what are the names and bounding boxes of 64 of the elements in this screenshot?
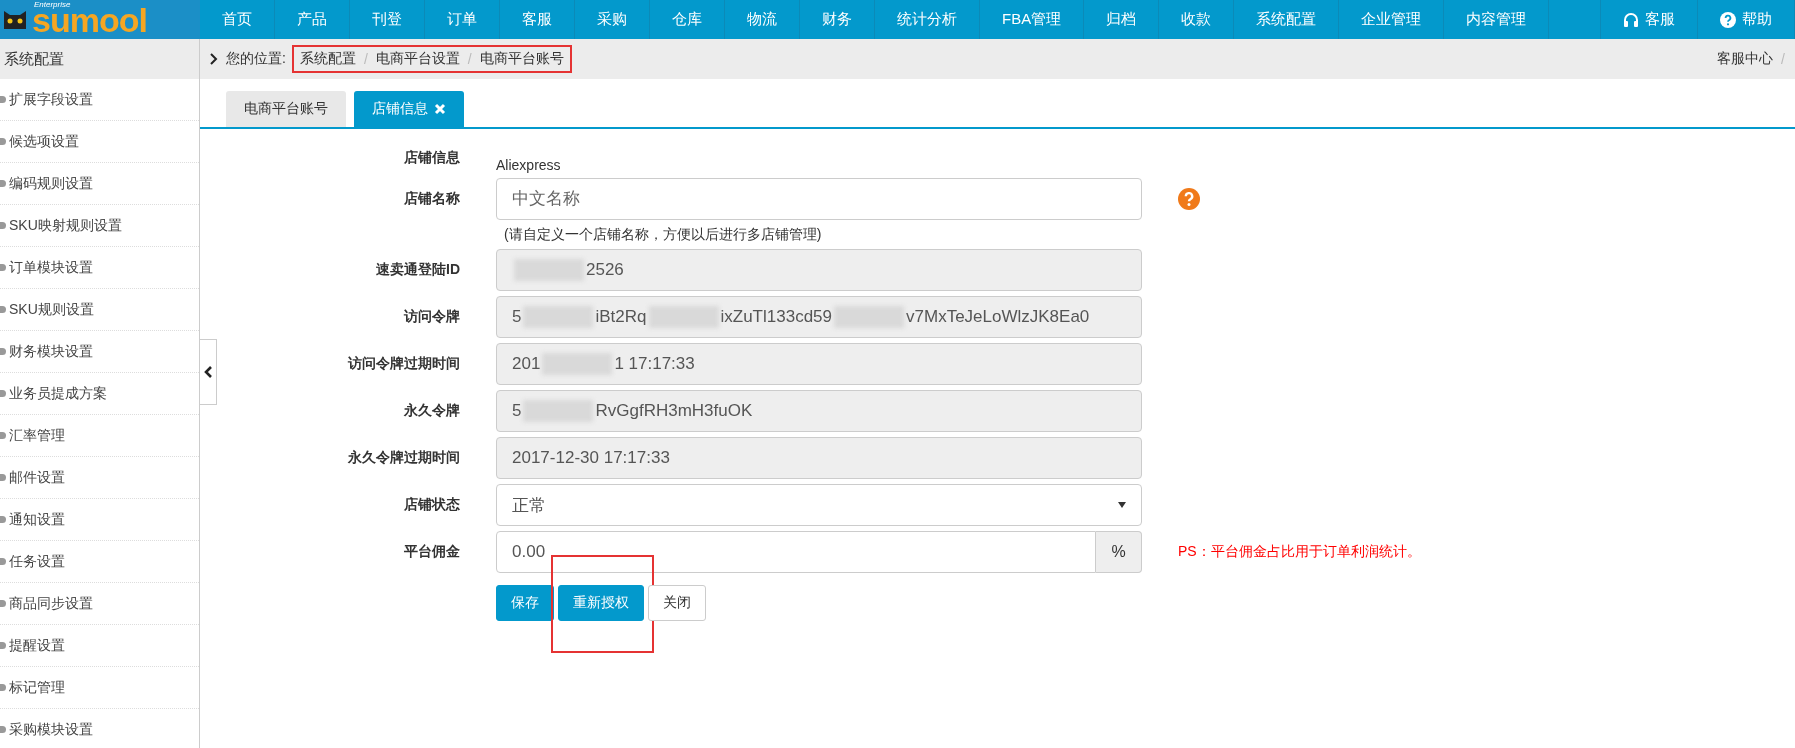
sidebar-item[interactable]: 汇率管理 bbox=[0, 415, 199, 457]
sidebar-title: 系统配置 bbox=[0, 39, 199, 79]
field-value: 2017-12-30 17:17:33 bbox=[512, 448, 670, 468]
field-value: iBt2Rq bbox=[595, 307, 647, 327]
sidebar-item[interactable]: 订单模块设置 bbox=[0, 247, 199, 289]
commission-input[interactable]: 0.00 bbox=[496, 531, 1096, 573]
tab[interactable]: 电商平台账号 bbox=[226, 91, 346, 127]
field-value: v7MxTeJeLoWlzJK8Ea0 bbox=[906, 307, 1090, 327]
readonly-field[interactable]: 5 iBt2Rq ixZuTl133cd59 v7MxTeJeLoWlzJK8Ea0 bbox=[496, 296, 1142, 338]
close-icon[interactable] bbox=[434, 103, 446, 115]
sidebar-item[interactable]: 采购模块设置 bbox=[0, 709, 199, 748]
sidebar-item[interactable]: 扩展字段设置 bbox=[0, 79, 199, 121]
field-value: ixZuTl133cd59 bbox=[720, 307, 832, 327]
field-label: 访问令牌过期时间 bbox=[346, 354, 460, 373]
breadcrumb-link[interactable]: 电商平台账号 bbox=[479, 50, 564, 68]
field-label: 店铺名称 bbox=[403, 189, 460, 208]
sidebar-item[interactable]: 邮件设置 bbox=[0, 457, 199, 499]
readonly-field[interactable]: 2526 bbox=[496, 249, 1142, 291]
field-label: 店铺信息 bbox=[403, 148, 460, 167]
sidebar-item[interactable]: 标记管理 bbox=[0, 667, 199, 709]
hint-text: (请自定义一个店铺名称，方便以后进行多店铺管理) bbox=[504, 226, 823, 244]
field-value: 5 bbox=[512, 307, 522, 327]
readonly-field[interactable]: 5 RvGgfRH3mH3fuOK bbox=[496, 390, 1142, 432]
breadcrumb-separator: / bbox=[467, 51, 472, 67]
help-icon bbox=[1720, 11, 1736, 28]
sidebar-item[interactable]: SKU映射规则设置 bbox=[0, 205, 199, 247]
help-icon[interactable] bbox=[1178, 188, 1200, 210]
status-select[interactable]: 正常 bbox=[496, 484, 1142, 526]
form-button[interactable]: 关闭 bbox=[648, 585, 706, 621]
sidebar-item[interactable]: 商品同步设置 bbox=[0, 583, 199, 625]
breadcrumb-link[interactable]: 电商平台设置 bbox=[375, 50, 460, 68]
percent-addon: % bbox=[1096, 531, 1142, 573]
collapse-button[interactable] bbox=[199, 339, 217, 405]
breadcrumb-prefix: 您的位置: bbox=[226, 50, 286, 68]
field-value: 2526 bbox=[586, 260, 624, 280]
field-value: 1 17:17:33 bbox=[614, 354, 695, 374]
field-label: 平台佣金 bbox=[403, 542, 460, 561]
field-label: 永久令牌 bbox=[403, 401, 460, 420]
sidebar-item[interactable]: SKU规则设置 bbox=[0, 289, 199, 331]
breadcrumb-separator: / bbox=[1781, 51, 1785, 67]
caret-icon bbox=[1118, 502, 1126, 508]
breadcrumb-separator: / bbox=[363, 51, 368, 67]
store-name-input[interactable]: 中文名称 bbox=[496, 178, 1142, 220]
field-value: RvGgfRH3mH3fuOK bbox=[595, 401, 753, 421]
chevron-icon bbox=[210, 53, 218, 65]
sidebar-item[interactable]: 编码规则设置 bbox=[0, 163, 199, 205]
sidebar-item[interactable]: 候选项设置 bbox=[0, 121, 199, 163]
chevron-icon bbox=[203, 366, 213, 378]
breadcrumb-link[interactable]: 系统配置 bbox=[299, 50, 356, 68]
field-label: 店铺状态 bbox=[403, 495, 460, 514]
headset-icon bbox=[1623, 11, 1639, 28]
readonly-field[interactable]: 201 1 17:17:33 bbox=[496, 343, 1142, 385]
field-value: 5 bbox=[512, 401, 522, 421]
sidebar-item[interactable]: 任务设置 bbox=[0, 541, 199, 583]
sidebar-item[interactable]: 通知设置 bbox=[0, 499, 199, 541]
platform-value: Aliexpress bbox=[496, 156, 562, 173]
field-value: 201 bbox=[512, 354, 541, 374]
field-label: 速卖通登陆ID bbox=[375, 260, 460, 279]
sidebar-item[interactable]: 提醒设置 bbox=[0, 625, 199, 667]
readonly-field[interactable]: 2017-12-30 17:17:33 bbox=[496, 437, 1142, 479]
note-text: PS：平台佣金占比用于订单利润统计。 bbox=[1178, 542, 1422, 561]
field-label: 永久令牌过期时间 bbox=[347, 448, 460, 467]
service-center-link[interactable]: 客服中心 bbox=[1717, 50, 1774, 68]
field-label: 访问令牌 bbox=[402, 307, 460, 326]
